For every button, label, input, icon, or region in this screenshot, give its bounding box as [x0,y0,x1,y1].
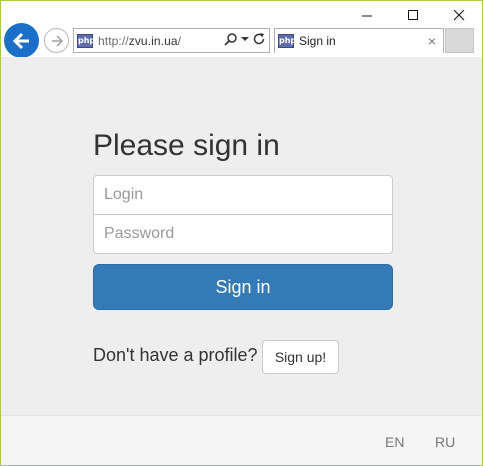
back-button[interactable] [4,23,39,58]
arrow-left-icon [12,32,29,49]
page-title: Please sign in [93,129,280,162]
language-en-link[interactable]: EN [385,434,404,450]
signup-prompt: Don't have a profile? [93,345,258,365]
new-tab-button[interactable] [445,28,474,53]
arrow-right-icon [51,34,63,47]
login-input[interactable]: Login [93,175,393,215]
close-icon [453,9,464,20]
dropdown-caret-icon[interactable] [241,35,249,43]
login-placeholder: Login [104,186,144,203]
sign-up-button[interactable]: Sign up! [262,340,339,374]
minimize-icon [361,15,372,16]
sign-in-button[interactable]: Sign in [93,264,393,310]
tab-close-icon[interactable]: × [425,33,439,49]
page-content: Please sign in Login Password Sign in Do… [1,57,482,415]
password-placeholder: Password [104,225,175,242]
tab-favicon-icon: php [278,34,296,48]
browser-tab[interactable]: php Sign in × [274,28,444,53]
browser-window: php http://zvu.in.ua/ php Sign in × Plea… [0,0,483,466]
site-favicon-icon: php [77,33,95,48]
browser-toolbar: php http://zvu.in.ua/ php Sign in × [1,23,482,58]
page-footer: EN RU [1,415,482,465]
address-url: http://zvu.in.ua/ [98,33,182,48]
address-bar[interactable]: php http://zvu.in.ua/ [73,28,270,53]
password-input[interactable]: Password [93,214,393,254]
tab-title: Sign in [299,34,336,48]
refresh-icon[interactable] [252,32,266,46]
language-ru-link[interactable]: RU [435,434,455,450]
address-bar-actions [224,32,266,46]
maximize-icon [407,9,418,20]
forward-button[interactable] [44,28,69,53]
search-icon[interactable] [224,32,238,46]
